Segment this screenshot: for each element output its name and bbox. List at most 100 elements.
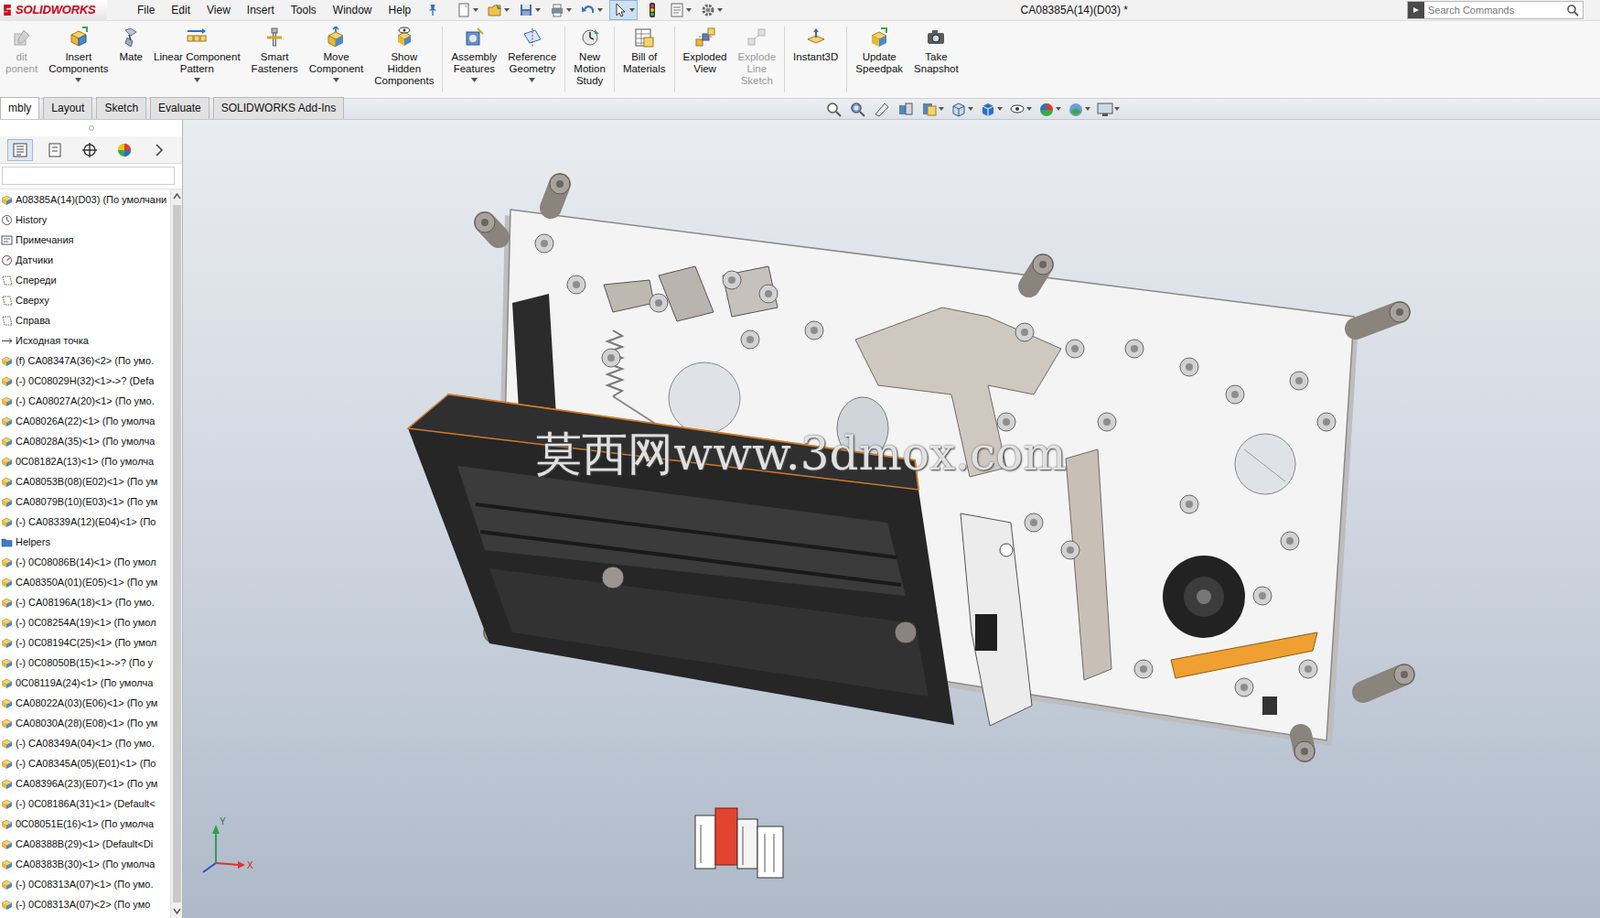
view-toolbar-button[interactable]	[978, 100, 1003, 118]
tree-item[interactable]: (-) CA08349A(04)<1> (По умо.	[0, 732, 171, 753]
tree-item[interactable]: Helpers	[0, 531, 171, 552]
tree-item[interactable]: (-) 0C08254A(19)<1> (По умол	[0, 612, 171, 633]
ribbon-button[interactable]: Insert Components	[42, 24, 114, 83]
toolbar-button[interactable]	[642, 0, 663, 20]
tree-item[interactable]: CA08028A(35)<1> (По умолча	[0, 430, 171, 452]
tree-item[interactable]: Датчики	[0, 249, 171, 270]
tree-item[interactable]: (-) CA08345A(05)(E01)<1> (По	[0, 752, 171, 774]
ribbon-button[interactable]: Bill of Materials	[617, 24, 672, 76]
tree-item[interactable]: History	[0, 209, 171, 230]
panel-tab[interactable]	[146, 139, 172, 162]
toolbar-button[interactable]	[609, 0, 638, 21]
menu-item[interactable]: Window	[324, 0, 381, 20]
panel-tab[interactable]	[42, 139, 68, 162]
panel-tab[interactable]	[7, 139, 33, 162]
command-tab[interactable]: mbly	[0, 96, 40, 119]
tree-item[interactable]: (-) 0C08313A(07)<1> (По умо.	[0, 873, 171, 894]
ribbon-button[interactable]: Instant3D	[787, 24, 844, 64]
panel-tab[interactable]	[111, 139, 138, 162]
command-tab[interactable]: Layout	[42, 96, 93, 119]
view-toolbar-button[interactable]	[825, 100, 844, 118]
toolbar-button[interactable]	[578, 0, 605, 20]
graphics-area[interactable]: XY莫西网www.3dmox.com	[182, 119, 1600, 918]
tree-item[interactable]: CA08388B(29)<1> (Default<Di	[0, 833, 171, 854]
tree-item[interactable]: CA08383B(30)<1> (По умолча	[0, 853, 171, 874]
tree-item[interactable]: Примечания	[0, 229, 171, 250]
tree-item[interactable]: 0C08119A(24)<1> (По умолча	[0, 672, 171, 693]
search-mode-button[interactable]	[1407, 1, 1425, 19]
toolbar-button[interactable]	[547, 0, 574, 20]
menu-item[interactable]: Edit	[162, 0, 199, 20]
tree-item[interactable]: (-) 0C08029H(32)<1>->? (Defa	[0, 370, 171, 391]
tree-item[interactable]: CA08022A(03)(E06)<1> (По ум	[0, 692, 171, 713]
tree-scrollbar[interactable]	[170, 189, 183, 918]
ribbon-button[interactable]: New Motion Study	[568, 24, 612, 87]
scroll-thumb[interactable]	[172, 204, 182, 903]
ribbon-button[interactable]: Exploded View	[677, 24, 733, 76]
ribbon-button[interactable]: Linear Component Pattern	[148, 24, 247, 83]
command-tab[interactable]: Evaluate	[150, 96, 210, 119]
toolbar-button[interactable]	[484, 0, 512, 20]
view-toolbar-button[interactable]	[1037, 100, 1062, 118]
tree-item[interactable]: (-) 0C08186A(31)<1> (Default<	[0, 793, 171, 814]
tree-item[interactable]: (f) CA08347A(36)<2> (По умо.	[0, 350, 171, 371]
filter-field[interactable]	[1, 166, 175, 185]
apply-scene-icon	[1066, 100, 1085, 118]
tree-item[interactable]: CA08026A(22)<1> (По умолча	[0, 410, 171, 431]
tree-item[interactable]: (-) 0C08050B(15)<1>->? (По у	[0, 652, 171, 673]
menu-item[interactable]: File	[128, 0, 163, 20]
view-toolbar-button[interactable]	[1066, 100, 1091, 118]
assembly-model[interactable]: XY	[182, 119, 1600, 918]
search-input[interactable]	[1424, 2, 1567, 19]
tree-item[interactable]: Сверху	[0, 289, 171, 311]
ribbon-button[interactable]: Reference Geometry	[502, 24, 562, 83]
view-toolbar-button[interactable]	[1008, 100, 1032, 118]
tree-item[interactable]: A08385A(14)(D03) (По умолчани	[0, 189, 171, 210]
view-toolbar-button[interactable]	[896, 100, 915, 118]
menu-item[interactable]: Tools	[282, 0, 325, 20]
tree-item[interactable]: Исходная точка	[0, 330, 171, 351]
ribbon-button[interactable]: Smart Fasteners	[246, 24, 304, 76]
ribbon-button[interactable]: Take Snapshot	[908, 24, 965, 76]
ribbon-button-label: Bill of Materials	[622, 51, 666, 76]
view-toolbar-button[interactable]	[949, 100, 974, 118]
tree-item[interactable]: (-) CA08027A(20)<1> (По умо.	[0, 390, 171, 411]
tree-item[interactable]: (-) CA08339A(12)(E04)<1> (По	[0, 511, 171, 532]
menu-item[interactable]: Help	[380, 0, 420, 20]
ribbon-button[interactable]: Mate	[113, 24, 149, 64]
command-tab[interactable]: Sketch	[96, 96, 147, 119]
tree-item[interactable]: CA08350A(01)(E05)<1> (По ум	[0, 571, 171, 592]
view-toolbar-button[interactable]	[848, 100, 868, 118]
tree-item[interactable]: 0C08182A(13)<1> (По умолча	[0, 451, 171, 472]
dropdown-arrow-icon	[686, 8, 692, 12]
tree-item[interactable]: 0C08051E(16)<1> (По умолча	[0, 813, 171, 834]
toolbar-button[interactable]	[697, 0, 725, 20]
command-tab[interactable]: SOLIDWORKS Add-Ins	[213, 96, 344, 119]
ribbon-button[interactable]: Move Component	[303, 24, 369, 83]
tree-item[interactable]: Спереди	[0, 269, 171, 290]
tree-item[interactable]: CA08079B(10)(E03)<1> (По ум	[0, 491, 171, 512]
tree-item[interactable]: (-) 0C08313A(07)<2> (По умо	[0, 893, 171, 914]
menu-item[interactable]: Insert	[238, 0, 283, 20]
panel-handle[interactable]	[0, 119, 183, 137]
tree-item[interactable]: CA08053B(08)(E02)<1> (По ум	[0, 471, 171, 492]
ribbon-button[interactable]: Show Hidden Components	[368, 24, 440, 87]
view-toolbar-button[interactable]	[920, 100, 945, 118]
tree-item[interactable]: (-) 0C08194C(25)<1> (По умол	[0, 632, 171, 653]
view-toolbar-button[interactable]	[1095, 100, 1120, 118]
ribbon-button[interactable]: Update Speedpak	[849, 24, 909, 76]
ribbon-button-label: Instant3D	[793, 51, 838, 64]
tree-item[interactable]: (-) CA08196A(18)<1> (По умо.	[0, 591, 171, 613]
toolbar-button[interactable]	[666, 0, 694, 20]
menu-item[interactable]: View	[198, 0, 239, 20]
ribbon-button[interactable]: Assembly Features	[445, 24, 503, 83]
toolbar-button[interactable]	[453, 0, 481, 20]
view-toolbar-button[interactable]	[872, 100, 892, 118]
dropdown-arrow-icon	[472, 8, 479, 12]
toolbar-button[interactable]	[515, 0, 543, 20]
tree-item[interactable]: CA08030A(28)(E08)<1> (По ум	[0, 712, 171, 733]
tree-item[interactable]: Справа	[0, 310, 171, 331]
tree-item[interactable]: CA08396A(23)(E07)<1> (По ум	[0, 773, 171, 794]
tree-item[interactable]: (-) 0C08086B(14)<1> (По умол	[0, 551, 171, 572]
panel-tab[interactable]	[76, 139, 103, 162]
